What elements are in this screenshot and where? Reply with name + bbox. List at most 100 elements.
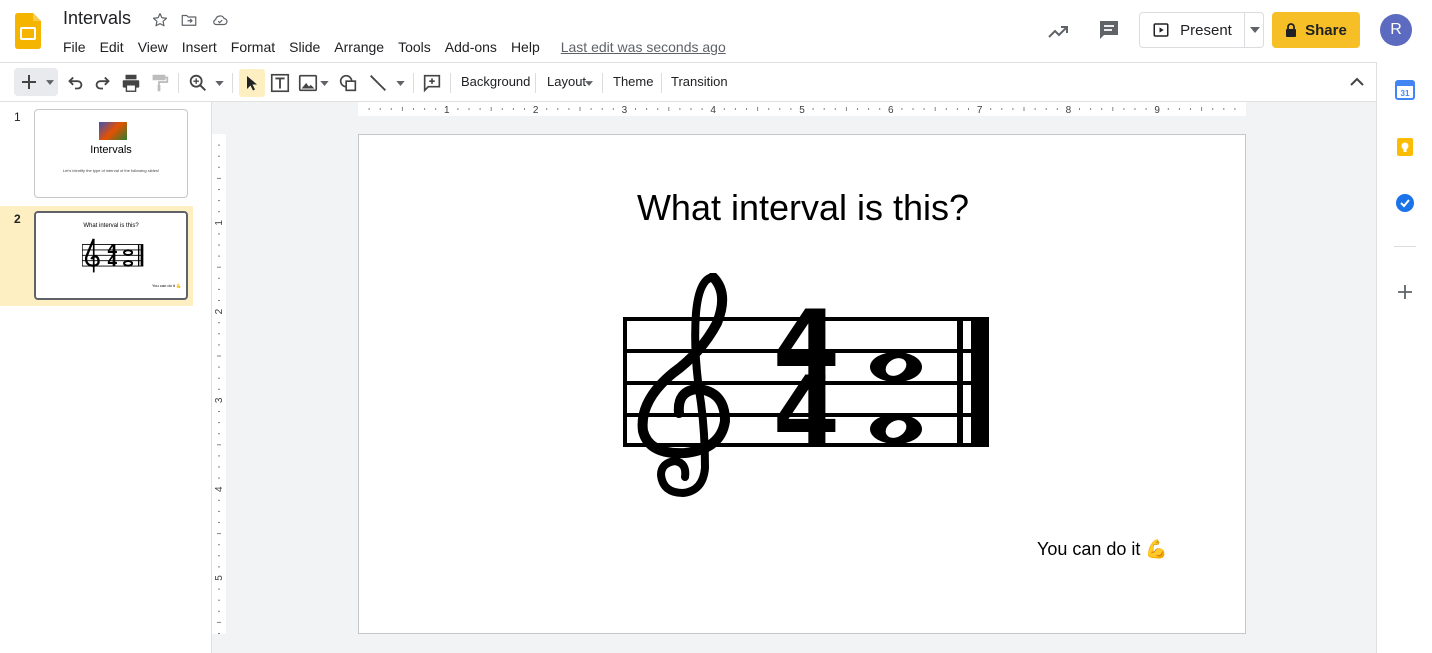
collapse-toolbar-icon[interactable] bbox=[1350, 77, 1364, 87]
ruler-label: 1 bbox=[444, 105, 450, 116]
thumbnail-subtitle: Let's identify the type of interval of t… bbox=[62, 168, 160, 173]
slide-footer-text[interactable]: You can do it 💪 bbox=[1037, 539, 1168, 560]
toolbar-separator bbox=[661, 73, 662, 93]
menu-format[interactable]: Format bbox=[224, 39, 282, 55]
ruler-label: 4 bbox=[214, 486, 225, 492]
comments-icon[interactable] bbox=[1097, 18, 1121, 42]
move-folder-icon[interactable] bbox=[180, 11, 198, 29]
zoom-dropdown-icon[interactable] bbox=[215, 81, 224, 86]
last-edit-link[interactable]: Last edit was seconds ago bbox=[561, 39, 726, 55]
ruler-label: 6 bbox=[888, 105, 894, 116]
ruler-label: 5 bbox=[799, 105, 805, 116]
header: Intervals File Edit View Insert Format S… bbox=[0, 0, 1432, 62]
add-icon[interactable] bbox=[1395, 282, 1415, 302]
svg-text:4: 4 bbox=[773, 356, 840, 468]
ruler-label: 7 bbox=[977, 105, 983, 116]
vertical-ruler[interactable]: 1 2 3 4 5 bbox=[212, 116, 226, 653]
present-options-button[interactable] bbox=[1245, 13, 1264, 47]
slide-number: 1 bbox=[14, 110, 21, 124]
ruler-label: 2 bbox=[533, 105, 539, 116]
slides-app: Intervals File Edit View Insert Format S… bbox=[0, 0, 1432, 653]
slide-filmstrip: 1 Intervals Let's identify the type of i… bbox=[0, 102, 212, 653]
thumbnail-image bbox=[99, 122, 127, 140]
present-button-group: Present bbox=[1139, 12, 1264, 48]
slides-logo-icon[interactable] bbox=[15, 13, 41, 49]
svg-text:4: 4 bbox=[107, 252, 118, 270]
cursor-icon bbox=[247, 76, 257, 91]
layout-button[interactable]: Layout bbox=[547, 74, 586, 89]
thumbnail-title: What interval is this? bbox=[83, 223, 139, 229]
undo-icon[interactable] bbox=[64, 72, 86, 94]
menu-help[interactable]: Help bbox=[504, 39, 547, 55]
ruler-corner bbox=[212, 102, 226, 116]
present-icon bbox=[1153, 23, 1169, 37]
calendar-icon[interactable]: 31 bbox=[1395, 80, 1415, 100]
thumbnail-footer: You can do it 💪 bbox=[152, 283, 182, 288]
menu-insert[interactable]: Insert bbox=[175, 39, 224, 55]
slide-canvas-area: 1 2 3 4 5 6 7 8 9 1 2 3 4 5 What interval is this? 4 bbox=[212, 102, 1376, 653]
menu-view[interactable]: View bbox=[131, 39, 175, 55]
ruler-label: 4 bbox=[710, 105, 716, 116]
toolbar-separator bbox=[178, 73, 179, 93]
chevron-down-icon bbox=[46, 80, 54, 85]
staff-thumbnail-icon: 4 4 bbox=[82, 238, 144, 273]
redo-icon[interactable] bbox=[92, 72, 114, 94]
menu-slide[interactable]: Slide bbox=[282, 39, 327, 55]
present-button[interactable]: Present bbox=[1140, 13, 1244, 47]
side-panel-divider bbox=[1394, 246, 1416, 247]
music-staff-image[interactable]: 4 4 bbox=[621, 273, 991, 497]
document-title[interactable]: Intervals bbox=[63, 8, 131, 29]
transition-button[interactable]: Transition bbox=[671, 74, 728, 89]
account-avatar[interactable]: R bbox=[1380, 14, 1412, 46]
plus-icon bbox=[22, 75, 36, 89]
slide-canvas[interactable]: What interval is this? 4 4 You can do it… bbox=[358, 134, 1246, 634]
activity-trend-icon[interactable] bbox=[1046, 20, 1070, 44]
ruler-label: 9 bbox=[1154, 105, 1160, 116]
background-button[interactable]: Background bbox=[461, 74, 530, 89]
toolbar: Background Layout Theme Transition bbox=[0, 62, 1376, 102]
toolbar-separator bbox=[232, 73, 233, 93]
star-icon[interactable] bbox=[151, 11, 169, 29]
side-panel: 31 bbox=[1376, 62, 1432, 653]
menu-edit[interactable]: Edit bbox=[93, 39, 131, 55]
menu-tools[interactable]: Tools bbox=[391, 39, 438, 55]
paint-format-icon[interactable] bbox=[148, 72, 170, 94]
share-button[interactable]: Share bbox=[1272, 12, 1360, 48]
slide-thumbnail-1[interactable]: Intervals Let's identify the type of int… bbox=[34, 109, 188, 198]
share-label: Share bbox=[1305, 21, 1347, 39]
slide-thumbnail-2[interactable]: What interval is this? 4 4 You can do it… bbox=[34, 211, 188, 300]
tasks-icon[interactable] bbox=[1395, 193, 1415, 213]
slide-title[interactable]: What interval is this? bbox=[359, 187, 1247, 229]
toolbar-separator bbox=[602, 73, 603, 93]
add-comment-icon[interactable] bbox=[421, 72, 443, 94]
ruler-label: 5 bbox=[214, 575, 225, 581]
thumbnail-title: Intervals bbox=[90, 144, 132, 156]
menu-bar: File Edit View Insert Format Slide Arran… bbox=[56, 36, 726, 58]
chevron-down-icon bbox=[1249, 27, 1260, 33]
toolbar-separator bbox=[535, 73, 536, 93]
zoom-icon[interactable] bbox=[187, 72, 209, 94]
present-label: Present bbox=[1180, 21, 1232, 39]
select-tool-button[interactable] bbox=[239, 69, 265, 97]
svg-text:31: 31 bbox=[1401, 89, 1410, 98]
theme-button[interactable]: Theme bbox=[613, 74, 653, 89]
ruler-label: 3 bbox=[622, 105, 628, 116]
cloud-saved-icon[interactable] bbox=[211, 11, 229, 29]
line-dropdown-icon[interactable] bbox=[396, 81, 405, 86]
text-box-icon[interactable] bbox=[269, 72, 291, 94]
menu-arrange[interactable]: Arrange bbox=[327, 39, 391, 55]
layout-dropdown-icon[interactable] bbox=[585, 81, 593, 86]
line-icon[interactable] bbox=[367, 72, 389, 94]
horizontal-ruler[interactable]: 1 2 3 4 5 6 7 8 9 bbox=[226, 102, 1376, 116]
shape-icon[interactable] bbox=[337, 72, 359, 94]
image-icon[interactable] bbox=[297, 72, 319, 94]
new-slide-button[interactable] bbox=[14, 68, 58, 96]
image-dropdown-icon[interactable] bbox=[320, 81, 329, 86]
toolbar-separator bbox=[413, 73, 414, 93]
menu-file[interactable]: File bbox=[56, 39, 93, 55]
slide-number: 2 bbox=[14, 212, 21, 226]
print-icon[interactable] bbox=[120, 72, 142, 94]
keep-icon[interactable] bbox=[1395, 137, 1415, 157]
ruler-label: 8 bbox=[1066, 105, 1072, 116]
menu-addons[interactable]: Add-ons bbox=[438, 39, 504, 55]
